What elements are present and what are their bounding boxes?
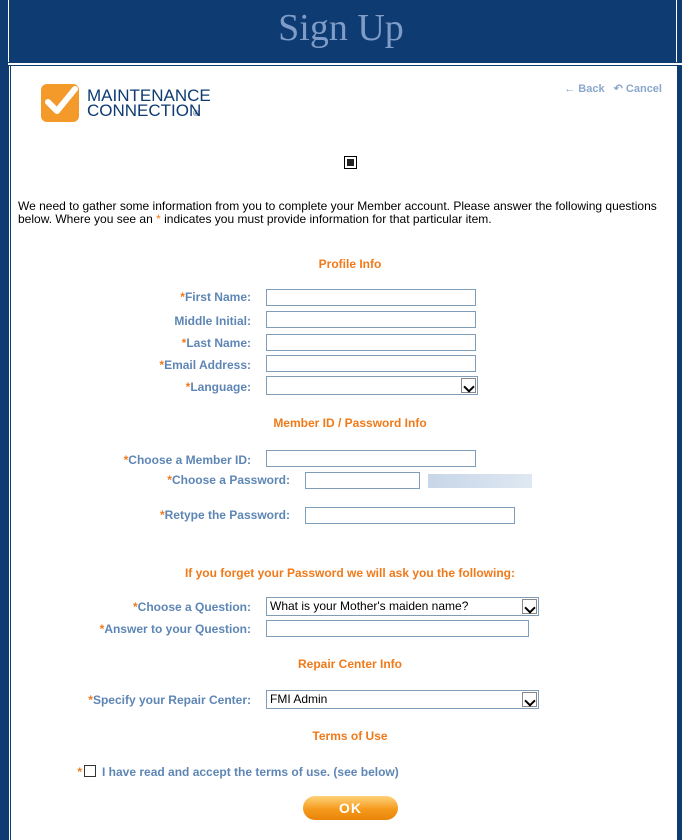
email-label: *Email Address: xyxy=(159,358,251,372)
maintenance-connection-logo: MAINTENANCE CONNECTION ® xyxy=(41,84,211,122)
panel-left-edge xyxy=(9,66,10,840)
chevron-down-icon[interactable] xyxy=(522,599,537,614)
nav-links: ← Back ↶ Cancel xyxy=(558,82,662,95)
section-repair-center: Repair Center Info xyxy=(297,657,402,671)
language-select[interactable] xyxy=(266,376,478,395)
question-select[interactable]: What is your Mother's maiden name? xyxy=(266,597,539,616)
terms-label: I have read and accept the terms of use.… xyxy=(102,765,399,779)
answer-label: *Answer to your Question: xyxy=(99,622,251,636)
back-link[interactable]: ← Back xyxy=(564,83,604,95)
password-strength-meter xyxy=(428,474,532,488)
retype-password-label: *Retype the Password: xyxy=(159,508,290,522)
first-name-input[interactable] xyxy=(266,289,476,306)
middle-initial-label: Middle Initial: xyxy=(174,314,251,328)
first-name-label: *First Name: xyxy=(180,290,251,304)
question-label: *Choose a Question: xyxy=(132,600,251,614)
chevron-down-icon[interactable] xyxy=(461,378,476,393)
logo-registered: ® xyxy=(193,109,199,118)
cancel-link[interactable]: ↶ Cancel xyxy=(614,83,662,95)
password-label: *Choose a Password: xyxy=(167,473,290,487)
retype-password-input[interactable] xyxy=(305,507,515,524)
broken-image-icon xyxy=(344,156,357,169)
terms-checkbox[interactable] xyxy=(84,765,96,777)
chevron-down-icon[interactable] xyxy=(522,692,537,707)
middle-initial-input[interactable] xyxy=(266,311,476,328)
section-forgot-password: If you forget your Password we will ask … xyxy=(184,566,516,580)
last-name-label: *Last Name: xyxy=(181,336,251,350)
password-input[interactable] xyxy=(305,472,420,489)
terms-required-star: * xyxy=(77,765,82,779)
member-id-label: *Choose a Member ID: xyxy=(123,453,251,467)
answer-input[interactable] xyxy=(266,620,529,637)
repair-center-label: *Specify your Repair Center: xyxy=(88,693,251,707)
member-id-input[interactable] xyxy=(266,450,476,467)
last-name-input[interactable] xyxy=(266,334,476,351)
intro-text: We need to gather some information from … xyxy=(18,200,663,226)
section-terms: Terms of Use xyxy=(312,729,388,743)
ok-button[interactable]: OK xyxy=(303,796,398,820)
language-label: *Language: xyxy=(185,380,251,394)
intro-after: indicates you must provide information f… xyxy=(160,212,492,226)
email-input[interactable] xyxy=(266,355,476,372)
logo-line2: CONNECTION xyxy=(87,101,201,120)
page-title: Sign Up xyxy=(278,7,404,49)
section-profile-info: Profile Info xyxy=(318,257,382,271)
header-divider xyxy=(8,63,682,65)
repair-center-select[interactable]: FMI Admin xyxy=(266,690,539,709)
section-member-info: Member ID / Password Info xyxy=(273,416,427,430)
